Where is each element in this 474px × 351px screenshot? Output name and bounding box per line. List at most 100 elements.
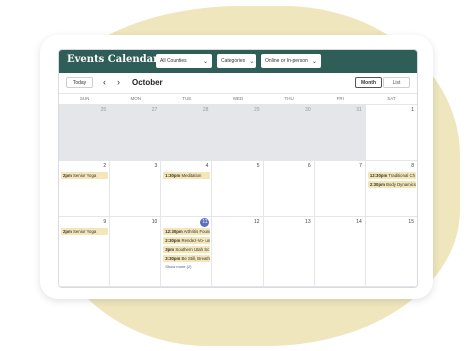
event-time: 2pm [63, 173, 72, 178]
month-grid: 25 27 28 29 30 31 1 2 2pm Senior Yoga 3 4 1:30pm Me… [59, 105, 417, 288]
chevron-down-icon: ⌄ [202, 58, 208, 65]
event-time: 3:30pm [165, 256, 181, 261]
event-title: Be Still, Breath [181, 256, 210, 261]
app-title: Events Calendar [67, 54, 159, 65]
category-filter-dropdown[interactable]: Categories ⌄ [217, 54, 256, 68]
date-number: 31 [356, 107, 362, 113]
event-time: 1:30pm [165, 173, 181, 178]
day-cell[interactable]: 9 2pm Senior Yoga [59, 217, 111, 287]
event-chip[interactable]: 12:30pm Traditional Ch [367, 172, 416, 179]
day-cell[interactable]: 12 [212, 217, 264, 287]
weekday-thu: THU [284, 96, 294, 101]
event-chip[interactable]: 3:30pm Be Still, Breath [163, 255, 211, 262]
event-list: 2pm Senior Yoga [61, 172, 109, 181]
day-cell[interactable]: 30 [263, 105, 315, 161]
day-cell[interactable] [212, 287, 263, 288]
date-number: 6 [307, 163, 311, 169]
category-filter-label: Categories [221, 58, 246, 64]
event-title: Traditional Ch [388, 173, 415, 178]
weekday-header-row: SUN MON TUE WED THU FRI SAT [59, 94, 417, 105]
event-time: 2:30pm [369, 182, 385, 187]
event-time: 2pm [63, 229, 72, 234]
list-view-button[interactable]: List [383, 77, 410, 88]
day-cell[interactable]: 11 12:30pm Arthritis Found 2:30pm Rendez-V… [161, 217, 213, 287]
date-number: 29 [254, 107, 260, 113]
chevron-down-icon: ⌄ [249, 58, 255, 65]
date-number: 3 [154, 163, 158, 169]
event-list: 12:30pm Traditional Ch 2:30pm Body Dynami… [367, 172, 416, 190]
event-title: Senior Yoga [73, 229, 97, 234]
day-cell[interactable]: 5 [212, 161, 264, 217]
format-filter-dropdown[interactable]: Online or In-person ⌄ [261, 54, 321, 68]
event-chip[interactable]: 2:30pm Rendez-Vo- us [163, 237, 211, 244]
event-time: 2:30pm [165, 238, 181, 243]
event-time: 3pm [165, 247, 175, 252]
day-cell[interactable]: 14 [314, 217, 366, 287]
day-cell[interactable] [315, 287, 366, 288]
show-more-link[interactable]: Show more (2) [163, 264, 210, 269]
day-cell[interactable]: 18 [161, 287, 212, 288]
date-number: 9 [103, 219, 107, 225]
day-cell[interactable]: 31 [314, 105, 366, 161]
chevron-down-icon: ⌄ [311, 58, 317, 65]
chevron-right-icon[interactable]: › [117, 77, 120, 87]
event-list: 1:30pm Meditation [163, 172, 211, 181]
date-number: 7 [359, 163, 362, 169]
calendar-card: Events Calendar All Counties ⌄ Categorie… [40, 35, 433, 299]
event-title: Body Dynamics [386, 182, 416, 187]
date-number: 1 [411, 107, 414, 113]
day-cell[interactable]: 28 [161, 105, 213, 161]
date-number: 8 [411, 163, 414, 169]
date-number: 14 [356, 219, 362, 225]
day-cell[interactable] [366, 287, 417, 288]
event-title: Southern Utah Sc [175, 247, 210, 252]
event-title: Arthritis Found [183, 229, 211, 234]
day-cell[interactable]: 1 [365, 105, 417, 161]
date-number: 15 [408, 219, 414, 225]
chevron-left-icon[interactable]: ‹ [103, 77, 106, 87]
event-time: 12:30pm [369, 173, 388, 178]
event-title: Senior Yoga [73, 173, 97, 178]
day-cell[interactable]: 29 [212, 105, 264, 161]
today-button[interactable]: Today [66, 77, 93, 88]
event-title: Meditation [181, 173, 202, 178]
weekday-mon: MON [130, 96, 141, 101]
calendar-toolbar: Today ‹ › October Month List [59, 73, 417, 94]
day-cell[interactable] [59, 287, 110, 288]
weekday-sat: SAT [387, 96, 396, 101]
day-cell[interactable]: 3 [110, 161, 162, 217]
weekday-sun: SUN [79, 96, 90, 101]
day-cell[interactable]: 8 12:30pm Traditional Ch 2:30pm Body Dynam… [365, 161, 417, 217]
event-chip[interactable]: 1:30pm Meditation [163, 172, 211, 179]
county-filter-dropdown[interactable]: All Counties ⌄ [156, 54, 212, 68]
event-chip[interactable]: 2pm Senior Yoga [61, 228, 109, 235]
event-list: 12:30pm Arthritis Found 2:30pm Rendez-Vo-… [163, 228, 211, 269]
date-number: 30 [305, 107, 311, 113]
day-cell[interactable]: 25 [59, 105, 111, 161]
day-cell[interactable]: 2 2pm Senior Yoga [59, 161, 111, 217]
date-number: 27 [151, 107, 158, 113]
day-cell[interactable]: 27 [110, 105, 162, 161]
day-cell[interactable]: 15 [365, 217, 417, 287]
weekday-wed: WED [232, 96, 244, 101]
date-number: 10 [151, 219, 158, 225]
day-cell[interactable]: 13 [263, 217, 315, 287]
day-cell[interactable] [264, 287, 315, 288]
date-number: 13 [305, 219, 311, 225]
event-chip[interactable]: 2pm Senior Yoga [61, 172, 109, 179]
format-filter-label: Online or In-person [265, 58, 308, 64]
today-date-number: 11 [200, 218, 210, 227]
day-cell[interactable] [110, 287, 161, 288]
date-number: 2 [103, 163, 107, 169]
day-cell[interactable]: 6 [263, 161, 315, 217]
day-cell[interactable]: 7 [314, 161, 366, 217]
current-month-label: October [132, 78, 163, 87]
event-chip[interactable]: 2:30pm Body Dynamics [367, 181, 416, 188]
event-time: 12:30pm [165, 229, 183, 234]
date-number: 28 [202, 107, 209, 113]
event-chip[interactable]: 3pm Southern Utah Sc [163, 246, 211, 253]
day-cell[interactable]: 4 1:30pm Meditation [161, 161, 213, 217]
event-chip[interactable]: 12:30pm Arthritis Found [163, 228, 211, 235]
day-cell[interactable]: 10 [110, 217, 162, 287]
month-view-button[interactable]: Month [355, 77, 382, 88]
